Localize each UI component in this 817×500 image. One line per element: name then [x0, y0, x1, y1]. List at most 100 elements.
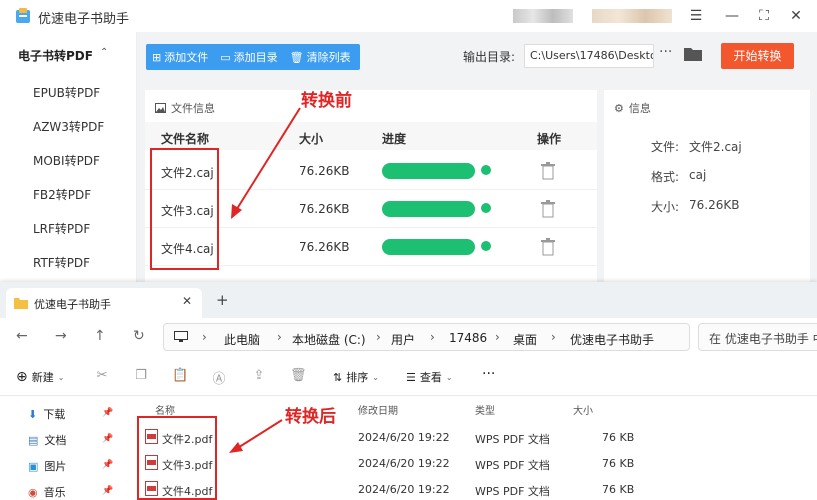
- tab-close-icon[interactable]: ✕: [182, 294, 192, 308]
- folder-icon: ▭: [220, 50, 231, 64]
- start-convert-button[interactable]: 开始转换: [721, 43, 794, 69]
- close-button[interactable]: ✕: [786, 6, 806, 26]
- view-label: 查看: [419, 371, 442, 384]
- breadcrumb[interactable]: 本地磁盘 (C:): [292, 331, 366, 348]
- pin-icon[interactable]: 📌: [102, 460, 113, 470]
- new-tab-button[interactable]: +: [216, 291, 229, 309]
- breadcrumb[interactable]: 桌面: [513, 331, 537, 348]
- monitor-icon: [174, 331, 188, 342]
- clear-list-button[interactable]: 🗑 清除列表: [284, 49, 357, 65]
- refresh-button[interactable]: ↻: [133, 328, 145, 344]
- chevron-right-icon: ›: [277, 330, 282, 344]
- col-type[interactable]: 类型: [475, 402, 495, 417]
- file-size: 76.26KB: [299, 202, 350, 216]
- pin-icon[interactable]: 📌: [102, 486, 113, 496]
- chevron-down-icon: ⌄: [445, 372, 453, 382]
- forward-button[interactable]: →: [55, 328, 67, 344]
- address-bar-row: ← → ↑ ↻ › 此电脑 › 本地磁盘 (C:) › 用户 › 17486 ›…: [0, 318, 817, 358]
- cut-icon[interactable]: ✂: [94, 368, 110, 384]
- breadcrumb[interactable]: 17486: [449, 331, 487, 345]
- folder-icon: [14, 298, 28, 309]
- breadcrumb[interactable]: 优速电子书助手: [570, 331, 654, 348]
- add-file-label: 添加文件: [164, 51, 209, 64]
- add-folder-label: 添加目录: [233, 51, 278, 64]
- more-options-button[interactable]: ···: [659, 44, 672, 60]
- check-icon: [481, 203, 491, 213]
- view-button[interactable]: ☰ 查看 ⌄: [406, 369, 453, 385]
- sidebar-item-azw3[interactable]: AZW3转PDF: [33, 118, 104, 135]
- blurred-account-info: [592, 9, 672, 23]
- file-size: 76 KB: [602, 431, 635, 444]
- menu-icon[interactable]: ☰: [686, 6, 706, 26]
- sidebar-item-epub[interactable]: EPUB转PDF: [33, 84, 100, 101]
- app-title: 优速电子书助手: [38, 12, 130, 27]
- info-panel: ⚙ 信息 文件: 文件2.caj 格式: caj 大小: 76.26KB: [604, 90, 810, 290]
- music-icon: ◉: [28, 485, 38, 499]
- collapse-caret-icon[interactable]: ⌃: [100, 47, 108, 58]
- sidebar-section-title[interactable]: 电子书转PDF: [18, 47, 93, 64]
- sort-button[interactable]: ⇅ 排序 ⌄: [333, 369, 379, 385]
- document-icon: ▤: [28, 433, 39, 447]
- breadcrumb[interactable]: 此电脑: [224, 331, 260, 348]
- chevron-right-icon: ›: [551, 330, 556, 344]
- nav-label: 下载: [43, 408, 66, 421]
- up-button[interactable]: ↑: [94, 328, 106, 344]
- col-progress: 进度: [382, 132, 407, 146]
- col-size[interactable]: 大小: [573, 402, 593, 417]
- pin-icon[interactable]: 📌: [102, 408, 113, 418]
- breadcrumb[interactable]: 用户: [391, 331, 415, 348]
- info-key: 大小:: [651, 200, 680, 214]
- copy-icon[interactable]: ❐: [133, 368, 149, 384]
- back-button[interactable]: ←: [16, 328, 28, 344]
- pin-icon[interactable]: 📌: [102, 434, 113, 444]
- check-icon: [481, 241, 491, 251]
- info-title: 信息: [628, 102, 651, 115]
- nav-item-pictures[interactable]: ▣ 图片: [28, 458, 66, 474]
- info-header: ⚙ 信息: [614, 100, 651, 116]
- nav-item-documents[interactable]: ▤ 文档: [28, 432, 66, 448]
- delete-icon[interactable]: [541, 200, 555, 218]
- file-size: 76.26KB: [299, 240, 350, 254]
- share-icon[interactable]: ⇪: [251, 368, 267, 384]
- paste-icon[interactable]: 📋: [172, 368, 188, 384]
- add-folder-button[interactable]: ▭ 添加目录: [214, 49, 283, 65]
- delete-icon[interactable]: 🗑: [290, 368, 307, 384]
- sidebar-item-lrf[interactable]: LRF转PDF: [33, 220, 90, 237]
- file-actions-toolbar: ⊞ 添加文件 ▭ 添加目录 🗑 清除列表: [146, 44, 360, 70]
- col-name[interactable]: 名称: [155, 402, 175, 417]
- maximize-button[interactable]: ⛶: [754, 6, 774, 26]
- chevron-down-icon: ⌄: [57, 372, 65, 382]
- delete-icon[interactable]: [541, 162, 555, 180]
- address-field[interactable]: › 此电脑 › 本地磁盘 (C:) › 用户 › 17486 › 桌面 › 优速…: [163, 323, 690, 351]
- command-bar: ⊕ 新建 ⌄ ✂ ❐ 📋 Ⓐ ⇪ 🗑 ⇅ 排序 ⌄ ☰ 查看 ⌄ ···: [0, 358, 817, 396]
- file-list: 名称 修改日期 类型 大小 文件2.pdf 2024/6/20 19:22 WP…: [135, 396, 817, 500]
- clear-list-label: 清除列表: [306, 51, 351, 64]
- col-date[interactable]: 修改日期: [358, 402, 398, 417]
- file-info-title: 文件信息: [171, 102, 215, 115]
- rename-icon[interactable]: Ⓐ: [211, 368, 227, 387]
- sidebar-item-fb2[interactable]: FB2转PDF: [33, 186, 91, 203]
- minimize-button[interactable]: —: [722, 6, 742, 26]
- open-folder-icon[interactable]: [683, 45, 703, 63]
- before-highlight-box: [150, 148, 219, 270]
- tab-active[interactable]: 优速电子书助手 ✕: [6, 288, 202, 318]
- sidebar-item-rtf[interactable]: RTF转PDF: [33, 254, 90, 271]
- col-action: 操作: [537, 132, 562, 146]
- view-icon: ☰: [406, 370, 416, 384]
- add-file-button[interactable]: ⊞ 添加文件: [146, 49, 214, 65]
- col-size: 大小: [299, 132, 324, 146]
- output-dir-label: 输出目录:: [463, 50, 516, 64]
- new-button[interactable]: ⊕ 新建 ⌄: [16, 369, 64, 385]
- chevron-down-icon: ⌄: [372, 372, 379, 382]
- delete-icon[interactable]: [541, 238, 555, 256]
- nav-item-downloads[interactable]: ⬇ 下载: [28, 406, 65, 422]
- more-button[interactable]: ···: [482, 366, 495, 382]
- tab-title: 优速电子书助手: [34, 298, 111, 311]
- file-info-header: 文件信息: [155, 100, 215, 116]
- search-input[interactable]: 在 优速电子书助手 中: [698, 323, 817, 351]
- title-bar: 优速电子书助手 ☰ — ⛶ ✕: [0, 0, 817, 32]
- nav-item-music[interactable]: ◉ 音乐: [28, 484, 66, 500]
- file-date: 2024/6/20 19:22: [358, 431, 450, 444]
- output-dir-field[interactable]: C:\Users\17486\Deskto: [524, 44, 654, 68]
- sidebar-item-mobi[interactable]: MOBI转PDF: [33, 152, 100, 169]
